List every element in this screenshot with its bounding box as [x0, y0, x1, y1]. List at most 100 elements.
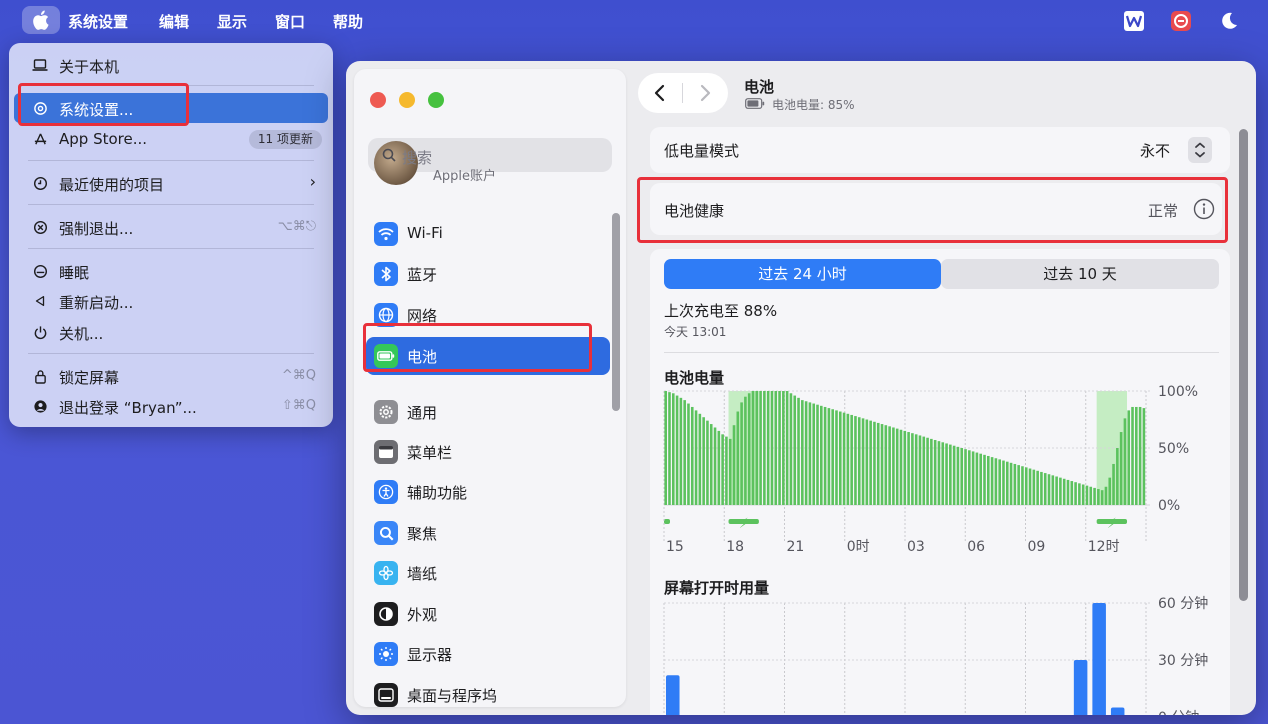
sun-icon [374, 642, 398, 666]
sidebar-item-bluetooth[interactable]: 蓝牙 [366, 255, 610, 293]
menu-item-system-settings[interactable]: 系统设置... [14, 93, 328, 123]
battery-bar [747, 393, 751, 505]
minimize-window-button[interactable] [399, 92, 415, 108]
battery-bar [706, 420, 709, 505]
battery-bar [1085, 485, 1089, 505]
sidebar-item-label: 桌面与程序坞 [407, 687, 498, 705]
sidebar-item-appearance[interactable]: 外观 [366, 595, 610, 633]
battery-bar [1138, 406, 1142, 505]
sidebar-item-network[interactable]: 网络 [366, 296, 610, 334]
bluetooth-icon [374, 262, 398, 286]
moon-icon[interactable] [1218, 10, 1240, 32]
battery-bar [888, 426, 891, 505]
battery-bar [941, 442, 945, 505]
battery-bar [854, 416, 857, 505]
tab-last-10-days[interactable]: 过去 10 天 [941, 259, 1219, 289]
info-icon[interactable] [1193, 198, 1215, 220]
menu-item-about[interactable]: 关于本机 [14, 50, 328, 80]
sidebar-item-menubar[interactable]: 菜单栏 [366, 433, 610, 471]
wps-icon[interactable] [1123, 10, 1145, 32]
menubar-view[interactable]: 显示 [217, 11, 247, 32]
menu-item-restart[interactable]: 重新启动... [14, 286, 328, 316]
nav-divider [682, 83, 683, 103]
sidebar-item-label: 蓝牙 [407, 266, 438, 284]
low-power-popup-button[interactable] [1188, 137, 1212, 163]
battery-bar [717, 430, 721, 505]
back-button[interactable] [653, 83, 667, 103]
y-tick-label: 0 分钟 [1158, 709, 1199, 715]
battery-bar [960, 448, 964, 505]
battery-level-subtitle: 电池电量: 85% [772, 98, 855, 112]
close-window-button[interactable] [370, 92, 386, 108]
sidebar-scrollbar[interactable] [612, 213, 620, 411]
battery-bar [679, 397, 683, 505]
apple-menu-button[interactable] [22, 6, 60, 34]
battery-bar [945, 443, 948, 505]
battery-bar [1119, 432, 1123, 505]
y-tick-label: 100% [1158, 385, 1198, 400]
sidebar-item-label: 网络 [407, 307, 438, 325]
battery-bar [865, 419, 869, 505]
battery-bar [1116, 448, 1119, 505]
usage-bar [666, 675, 680, 715]
battery-bar [911, 433, 914, 505]
battery-bar [804, 401, 808, 505]
forward-button[interactable] [698, 83, 712, 103]
battery-bar [956, 446, 960, 505]
x-tick-label: 21 [787, 539, 805, 555]
battery-bar [975, 452, 979, 505]
battery-bar [732, 425, 736, 505]
battery-bar [774, 391, 778, 505]
menu-item-shutdown[interactable]: 关机... [14, 317, 328, 347]
battery-health-row[interactable]: 电池健康 正常 [650, 183, 1222, 235]
menu-item-force-quit[interactable]: 强制退出... ⌥⌘⎋ [14, 212, 328, 242]
battery-bar [713, 427, 717, 505]
last-charge-time: 今天 13:01 [664, 325, 727, 339]
battery-bar [778, 391, 781, 505]
shortcut-label: ⇧⌘Q [281, 398, 316, 413]
menu-item-label: 睡眠 [59, 264, 90, 282]
content-scrollbar[interactable] [1239, 129, 1248, 601]
battery-bar [1024, 467, 1028, 505]
record-icon[interactable] [1170, 10, 1192, 32]
menubar-help[interactable]: 帮助 [333, 11, 363, 32]
sidebar-item-general[interactable]: 通用 [366, 393, 610, 431]
sidebar-item-accessibility[interactable]: 辅助功能 [366, 473, 610, 511]
lock-icon [32, 368, 48, 384]
menu-item-sleep[interactable]: 睡眠 [14, 256, 328, 286]
sidebar-item-label: 聚焦 [407, 525, 438, 543]
sidebar-item-wallpaper[interactable]: 墙纸 [366, 554, 610, 592]
menu-item-log-out[interactable]: 退出登录 “Bryan”... ⇧⌘Q [14, 391, 328, 421]
menu-divider [28, 160, 314, 161]
battery-bar [831, 409, 834, 505]
search-placeholder: 搜索 [402, 149, 433, 167]
menu-item-recent[interactable]: 最近使用的项目 › [14, 168, 328, 198]
tab-last-24-hours[interactable]: 过去 24 小时 [664, 259, 941, 289]
menubar-app-name[interactable]: 系统设置 [68, 11, 128, 32]
sidebar-item-displays[interactable]: 显示器 [366, 635, 610, 673]
battery-icon [374, 344, 398, 368]
battery-bar [869, 420, 872, 505]
menu-divider [28, 85, 314, 86]
charging-bolt-icon: ⚡ [1107, 516, 1117, 532]
sidebar-item-label: Wi-Fi [407, 224, 443, 242]
battery-bar [1021, 466, 1024, 505]
battery-bar [880, 424, 884, 505]
zoom-window-button[interactable] [428, 92, 444, 108]
menu-item-lock-screen[interactable]: 锁定屏幕 ^⌘Q [14, 361, 328, 391]
menu-divider [28, 204, 314, 205]
x-tick-label: 03 [907, 539, 925, 555]
charging-indicator [664, 519, 670, 524]
menubar-edit[interactable]: 编辑 [159, 11, 189, 32]
menubar-window[interactable]: 窗口 [275, 11, 305, 32]
flower-icon [374, 561, 398, 585]
battery-bar [1097, 489, 1100, 505]
menu-divider [28, 353, 314, 354]
battery-bar [1005, 461, 1009, 505]
menu-item-app-store[interactable]: App Store... 11 项更新 [14, 124, 328, 154]
sidebar-item-desktop-dock[interactable]: 桌面与程序坞 [366, 676, 610, 714]
sidebar-item-battery[interactable]: 电池 [366, 337, 610, 375]
sidebar-item-spotlight[interactable]: 聚焦 [366, 514, 610, 552]
low-power-value[interactable]: 永不 [1140, 140, 1170, 161]
sidebar-item-wifi[interactable]: Wi-Fi [366, 215, 610, 253]
